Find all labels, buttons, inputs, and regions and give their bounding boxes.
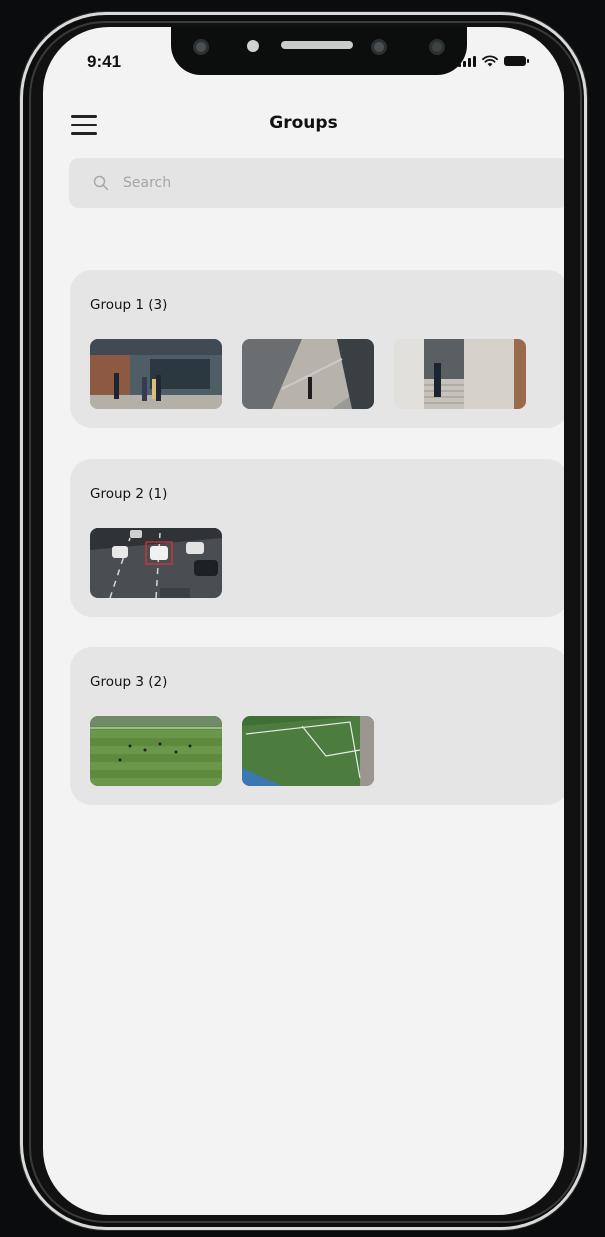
group-card-2[interactable]: Group 2 (1) xyxy=(70,459,564,617)
sensor-icon xyxy=(247,40,259,52)
group-card-1[interactable]: Group 1 (3) xyxy=(70,270,564,428)
camera-icon xyxy=(371,39,387,55)
group-thumbnails xyxy=(90,716,374,786)
camera-thumbnail-soccer-field-corner[interactable] xyxy=(242,716,374,786)
group-title: Group 3 (2) xyxy=(90,674,168,690)
wifi-icon xyxy=(482,55,498,67)
camera-thumbnail-entrance-people[interactable] xyxy=(90,339,222,409)
page-title: Groups xyxy=(269,113,338,133)
phone-screen: 9:41 Groups Group 1 (3) xyxy=(43,27,564,1215)
camera-icon xyxy=(193,39,209,55)
group-thumbnails xyxy=(90,339,526,409)
signal-icon xyxy=(458,55,476,67)
camera-thumbnail-stairs-person[interactable] xyxy=(394,339,526,409)
speaker-grille xyxy=(281,41,353,49)
phone-notch xyxy=(171,27,467,75)
group-title: Group 2 (1) xyxy=(90,486,168,502)
status-icons xyxy=(458,55,529,67)
sensor-icon xyxy=(429,39,445,55)
search-icon xyxy=(93,175,109,191)
group-title: Group 1 (3) xyxy=(90,297,168,313)
group-card-3[interactable]: Group 3 (2) xyxy=(70,647,564,805)
camera-thumbnail-soccer-field-aerial[interactable] xyxy=(90,716,222,786)
status-time: 9:41 xyxy=(87,52,122,71)
search-input[interactable] xyxy=(121,174,525,192)
search-bar[interactable] xyxy=(69,158,564,208)
battery-icon xyxy=(504,56,529,66)
camera-thumbnail-building-walkway[interactable] xyxy=(242,339,374,409)
group-thumbnails xyxy=(90,528,222,598)
camera-thumbnail-highway-traffic[interactable] xyxy=(90,528,222,598)
